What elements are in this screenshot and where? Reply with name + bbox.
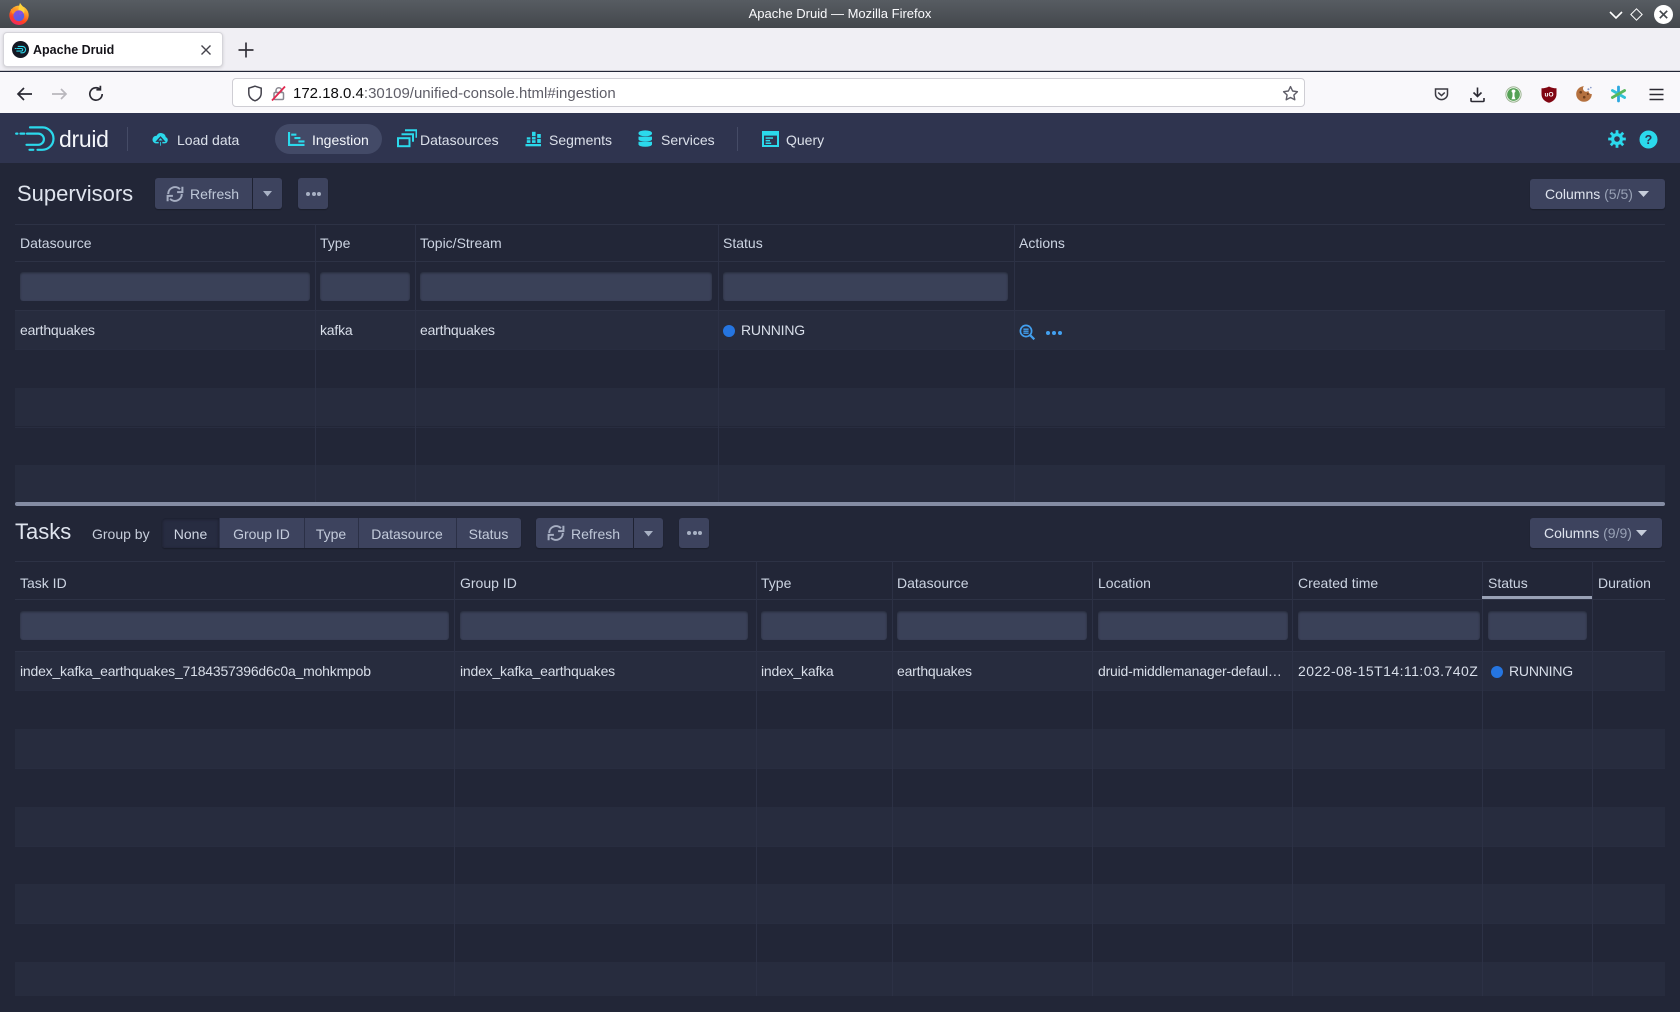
svg-text:?: ?	[1645, 133, 1653, 147]
svg-text:uO: uO	[1544, 92, 1553, 99]
